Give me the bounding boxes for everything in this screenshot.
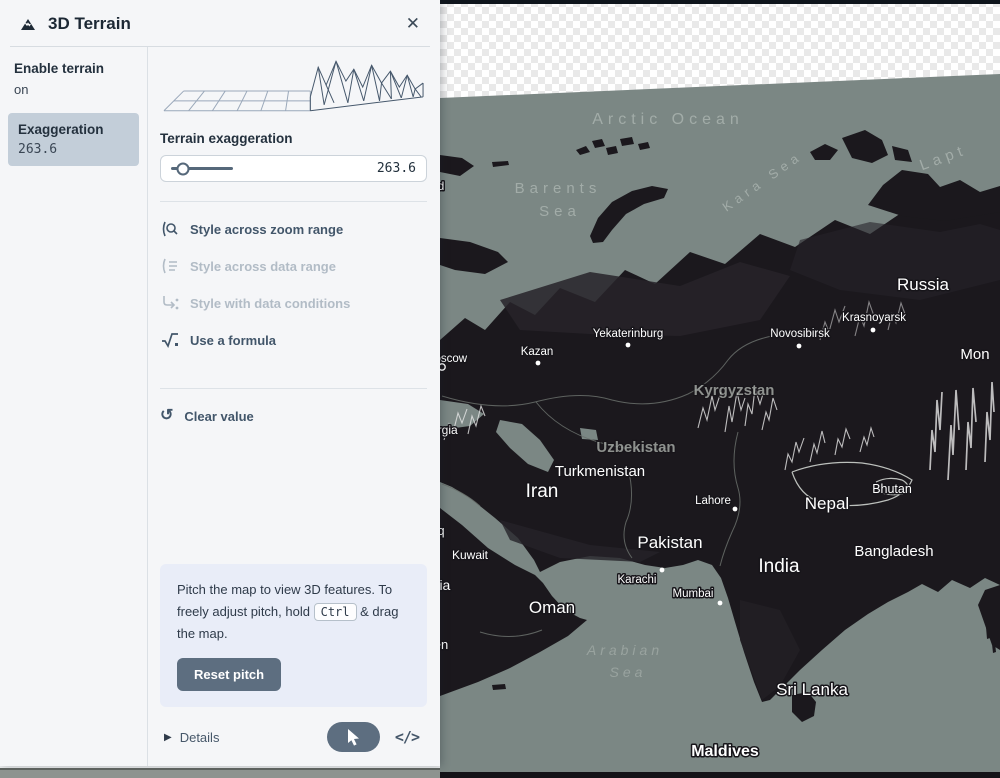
map-label-saudi: bia	[440, 577, 451, 593]
prop-exaggeration[interactable]: Exaggeration 263.6	[8, 113, 139, 166]
prop-enable-terrain[interactable]: Enable terrain on	[14, 61, 147, 97]
action-use-formula[interactable]: Use a formula	[160, 332, 427, 348]
details-toggle[interactable]: ▶ Details	[164, 730, 219, 745]
data-range-icon	[160, 258, 179, 274]
map-label-novosibirsk: Novosibirsk	[770, 328, 830, 340]
pitch-hint-text: Pitch the map to view 3D features. To fr…	[177, 579, 410, 645]
mountain-icon	[18, 16, 38, 32]
map-label-uzbekistan: Uzbekistan	[596, 439, 675, 456]
terrain-panel: 3D Terrain ✕ Enable terrain on Exaggerat…	[0, 0, 440, 766]
map-label-karachi: Karachi	[618, 574, 657, 586]
map-label-yemen: en	[440, 637, 448, 652]
panel-header: 3D Terrain ✕	[0, 0, 440, 46]
map-label-moscow: Moscow	[440, 353, 468, 365]
divider	[160, 388, 427, 389]
terrain-illustration	[160, 57, 427, 117]
map-label-barents-2: Sea	[539, 203, 581, 220]
map-label-georgia: eorgia	[440, 423, 458, 437]
property-list: Enable terrain on Exaggeration 263.6	[0, 47, 148, 766]
close-icon[interactable]: ✕	[402, 12, 424, 36]
city-dot-krasnoyarsk	[871, 328, 876, 333]
city-dot-yekaterinburg	[626, 343, 631, 348]
city-dot-lahore	[733, 507, 738, 512]
action-style-zoom-range[interactable]: Style across zoom range	[160, 221, 427, 237]
details-triangle-icon: ▶	[164, 732, 172, 743]
divider	[160, 201, 427, 202]
formula-icon	[160, 332, 179, 348]
map-label-turkmenistan: Turkmenistan	[555, 463, 645, 480]
map-label-india: India	[758, 556, 800, 577]
map-label-arabian-2: Sea	[610, 664, 647, 680]
city-dot-karachi	[660, 568, 665, 573]
map-label-krasnoyarsk: Krasnoyarsk	[842, 312, 906, 324]
map-label-russia: Russia	[897, 275, 950, 294]
pitch-hint: Pitch the map to view 3D features. To fr…	[160, 564, 427, 707]
undo-icon: ↺	[160, 408, 173, 424]
panel-title: 3D Terrain	[48, 14, 392, 34]
cursor-icon	[347, 729, 360, 746]
city-dot-novosibirsk	[797, 344, 802, 349]
slider-value: 263.6	[233, 161, 416, 176]
ctrl-key-badge: Ctrl	[314, 603, 357, 621]
map-label-iraq: q	[440, 523, 445, 538]
map-label-bhutan: Bhutan	[872, 482, 912, 496]
map-label-kyrgyzstan: Kyrgyzstan	[694, 382, 775, 399]
map-label-pakistan: Pakistan	[637, 533, 702, 552]
map-label-kazan: Kazan	[521, 346, 554, 358]
exaggeration-editor: Terrain exaggeration 263.6 Style across …	[148, 47, 440, 766]
select-mode-button[interactable]	[327, 722, 380, 752]
map-label-oman: Oman	[529, 598, 575, 617]
data-conditions-icon	[160, 295, 179, 311]
map-label-lahore: Lahore	[695, 495, 731, 507]
action-style-data-range: Style across data range	[160, 258, 427, 274]
city-dot-mumbai	[718, 601, 723, 606]
map-canvas: Arctic Ocean Barents Sea Kara Sea Lapt A…	[440, 0, 1000, 778]
slider-track[interactable]	[171, 167, 233, 170]
map-label-bangladesh: Bangladesh	[854, 543, 933, 560]
map-label-svalbard: d	[440, 179, 444, 193]
reset-pitch-button[interactable]: Reset pitch	[177, 658, 281, 691]
map-label-kuwait: Kuwait	[452, 548, 489, 562]
exaggeration-slider[interactable]: 263.6	[160, 155, 427, 182]
zoom-range-icon	[160, 221, 179, 237]
map-label-sri-lanka: Sri Lanka	[776, 680, 848, 699]
bottom-map-strip	[0, 768, 440, 778]
map-label-arabian-1: Arabian	[586, 642, 663, 658]
map-label-iran: Iran	[526, 481, 559, 502]
map-view[interactable]: Arctic Ocean Barents Sea Kara Sea Lapt A…	[440, 0, 1000, 778]
map-label-mumbai: Mumbai	[673, 588, 714, 600]
map-label-mongolia: Mon	[960, 346, 989, 363]
map-label-barents-1: Barents	[515, 180, 602, 197]
panel-footer: ▶ Details </>	[164, 722, 425, 752]
map-label-arctic-ocean: Arctic Ocean	[592, 111, 744, 128]
map-top-edge	[440, 0, 1000, 4]
map-bottom-edge	[440, 772, 1000, 778]
city-dot-kazan	[536, 361, 541, 366]
action-style-data-conditions: Style with data conditions	[160, 295, 427, 311]
map-label-yekaterinburg: Yekaterinburg	[593, 328, 664, 340]
clear-value-button[interactable]: ↺ Clear value	[160, 408, 427, 424]
exaggeration-field-label: Terrain exaggeration	[160, 131, 427, 146]
studio-screen: Arctic Ocean Barents Sea Kara Sea Lapt A…	[0, 0, 1000, 778]
map-label-nepal: Nepal	[805, 494, 849, 513]
code-view-icon[interactable]: </>	[395, 728, 419, 746]
slider-thumb[interactable]	[177, 162, 190, 175]
map-label-maldives: Maldives	[691, 743, 759, 760]
